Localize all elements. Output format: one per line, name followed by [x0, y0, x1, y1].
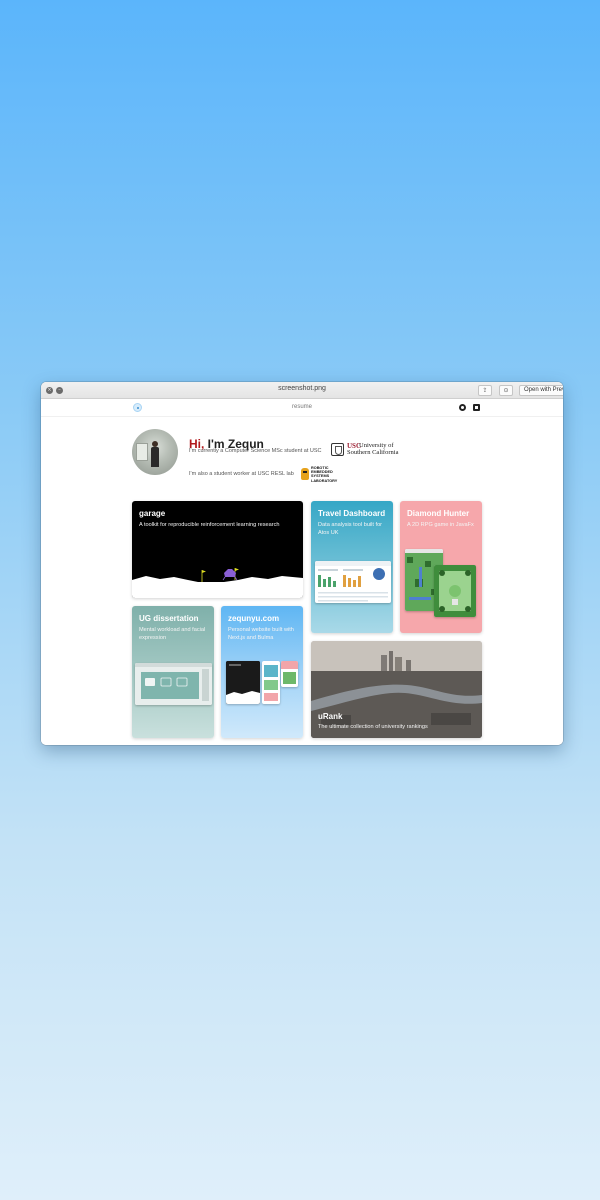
card-title: UG dissertation	[139, 614, 199, 623]
avatar-person	[151, 441, 159, 467]
card-subtitle: A 2D RPG game in JavaFx	[407, 522, 474, 528]
dashboard-screenshot	[315, 561, 391, 603]
project-card-ug-dissertation[interactable]: UG dissertation Mental workload and faci…	[132, 606, 214, 738]
card-title: uRank	[318, 712, 343, 721]
open-with-preview-button[interactable]: Open with Preview	[519, 385, 563, 396]
game-screenshot-2	[434, 565, 476, 617]
usc-logo[interactable]: USC University of Southern California	[331, 441, 401, 459]
title-bar: × – screenshot.png ⇪ ⊙ Open with Preview…	[41, 382, 563, 399]
share-icon[interactable]: ⇪	[478, 385, 492, 396]
website-screenshot-3	[281, 661, 298, 687]
resl-logo-text: ROBOTIC EMBEDDED SYSTEMS LABORATORY	[311, 466, 338, 483]
project-card-diamond-hunter[interactable]: Diamond Hunter A 2D RPG game in JavaFx	[400, 501, 482, 633]
card-subtitle: Data analysis tool built for Atos UK	[318, 522, 383, 537]
nav-resume-link[interactable]: resume	[41, 404, 563, 410]
project-card-travel-dashboard[interactable]: Travel Dashboard Data analysis tool buil…	[311, 501, 393, 633]
github-icon[interactable]	[459, 404, 466, 411]
card-subtitle: A toolkit for reproducible reinforcement…	[139, 522, 280, 528]
website-screenshot-2	[262, 661, 280, 704]
lunar-lander-illustration	[132, 568, 303, 598]
usc-logo-line2: Southern California	[347, 449, 399, 456]
card-subtitle: Mental workload and facial expression	[139, 627, 206, 642]
project-card-zequnyu[interactable]: zequnyu.com Personal website built with …	[221, 606, 303, 738]
card-title: Diamond Hunter	[407, 509, 470, 518]
card-title: zequnyu.com	[228, 614, 280, 623]
markup-icon[interactable]: ⊙	[499, 385, 513, 396]
card-title: garage	[139, 509, 166, 518]
card-subtitle: Personal website built with Next.js and …	[228, 627, 294, 642]
card-title: Travel Dashboard	[318, 509, 386, 518]
project-card-garage[interactable]: garage A toolkit for reproducible reinfo…	[132, 501, 303, 598]
site-navbar: resume	[41, 399, 563, 417]
website-screenshot-1	[226, 661, 260, 704]
project-card-urank[interactable]: uRank The ultimate collection of univers…	[311, 641, 482, 738]
linkedin-icon[interactable]	[473, 404, 480, 411]
dissertation-screenshot	[135, 663, 212, 705]
intro-line-resl: I'm also a student worker at USC RESL la…	[189, 471, 294, 477]
avatar	[132, 429, 178, 475]
intro-line-usc: I'm currently a Computer Science MSc stu…	[189, 448, 322, 454]
usc-seal-icon	[331, 443, 344, 456]
card-subtitle: The ultimate collection of university ra…	[318, 724, 428, 730]
resl-logo[interactable]: ROBOTIC EMBEDDED SYSTEMS LABORATORY	[301, 465, 341, 484]
preview-window: × – screenshot.png ⇪ ⊙ Open with Preview…	[41, 382, 563, 745]
usc-logo-line1: University of	[359, 442, 394, 449]
robot-icon	[301, 468, 309, 480]
avatar-background-sign	[136, 443, 148, 461]
webpage: resume Hi, I'm Zequn I'm currently a Com…	[41, 399, 563, 745]
